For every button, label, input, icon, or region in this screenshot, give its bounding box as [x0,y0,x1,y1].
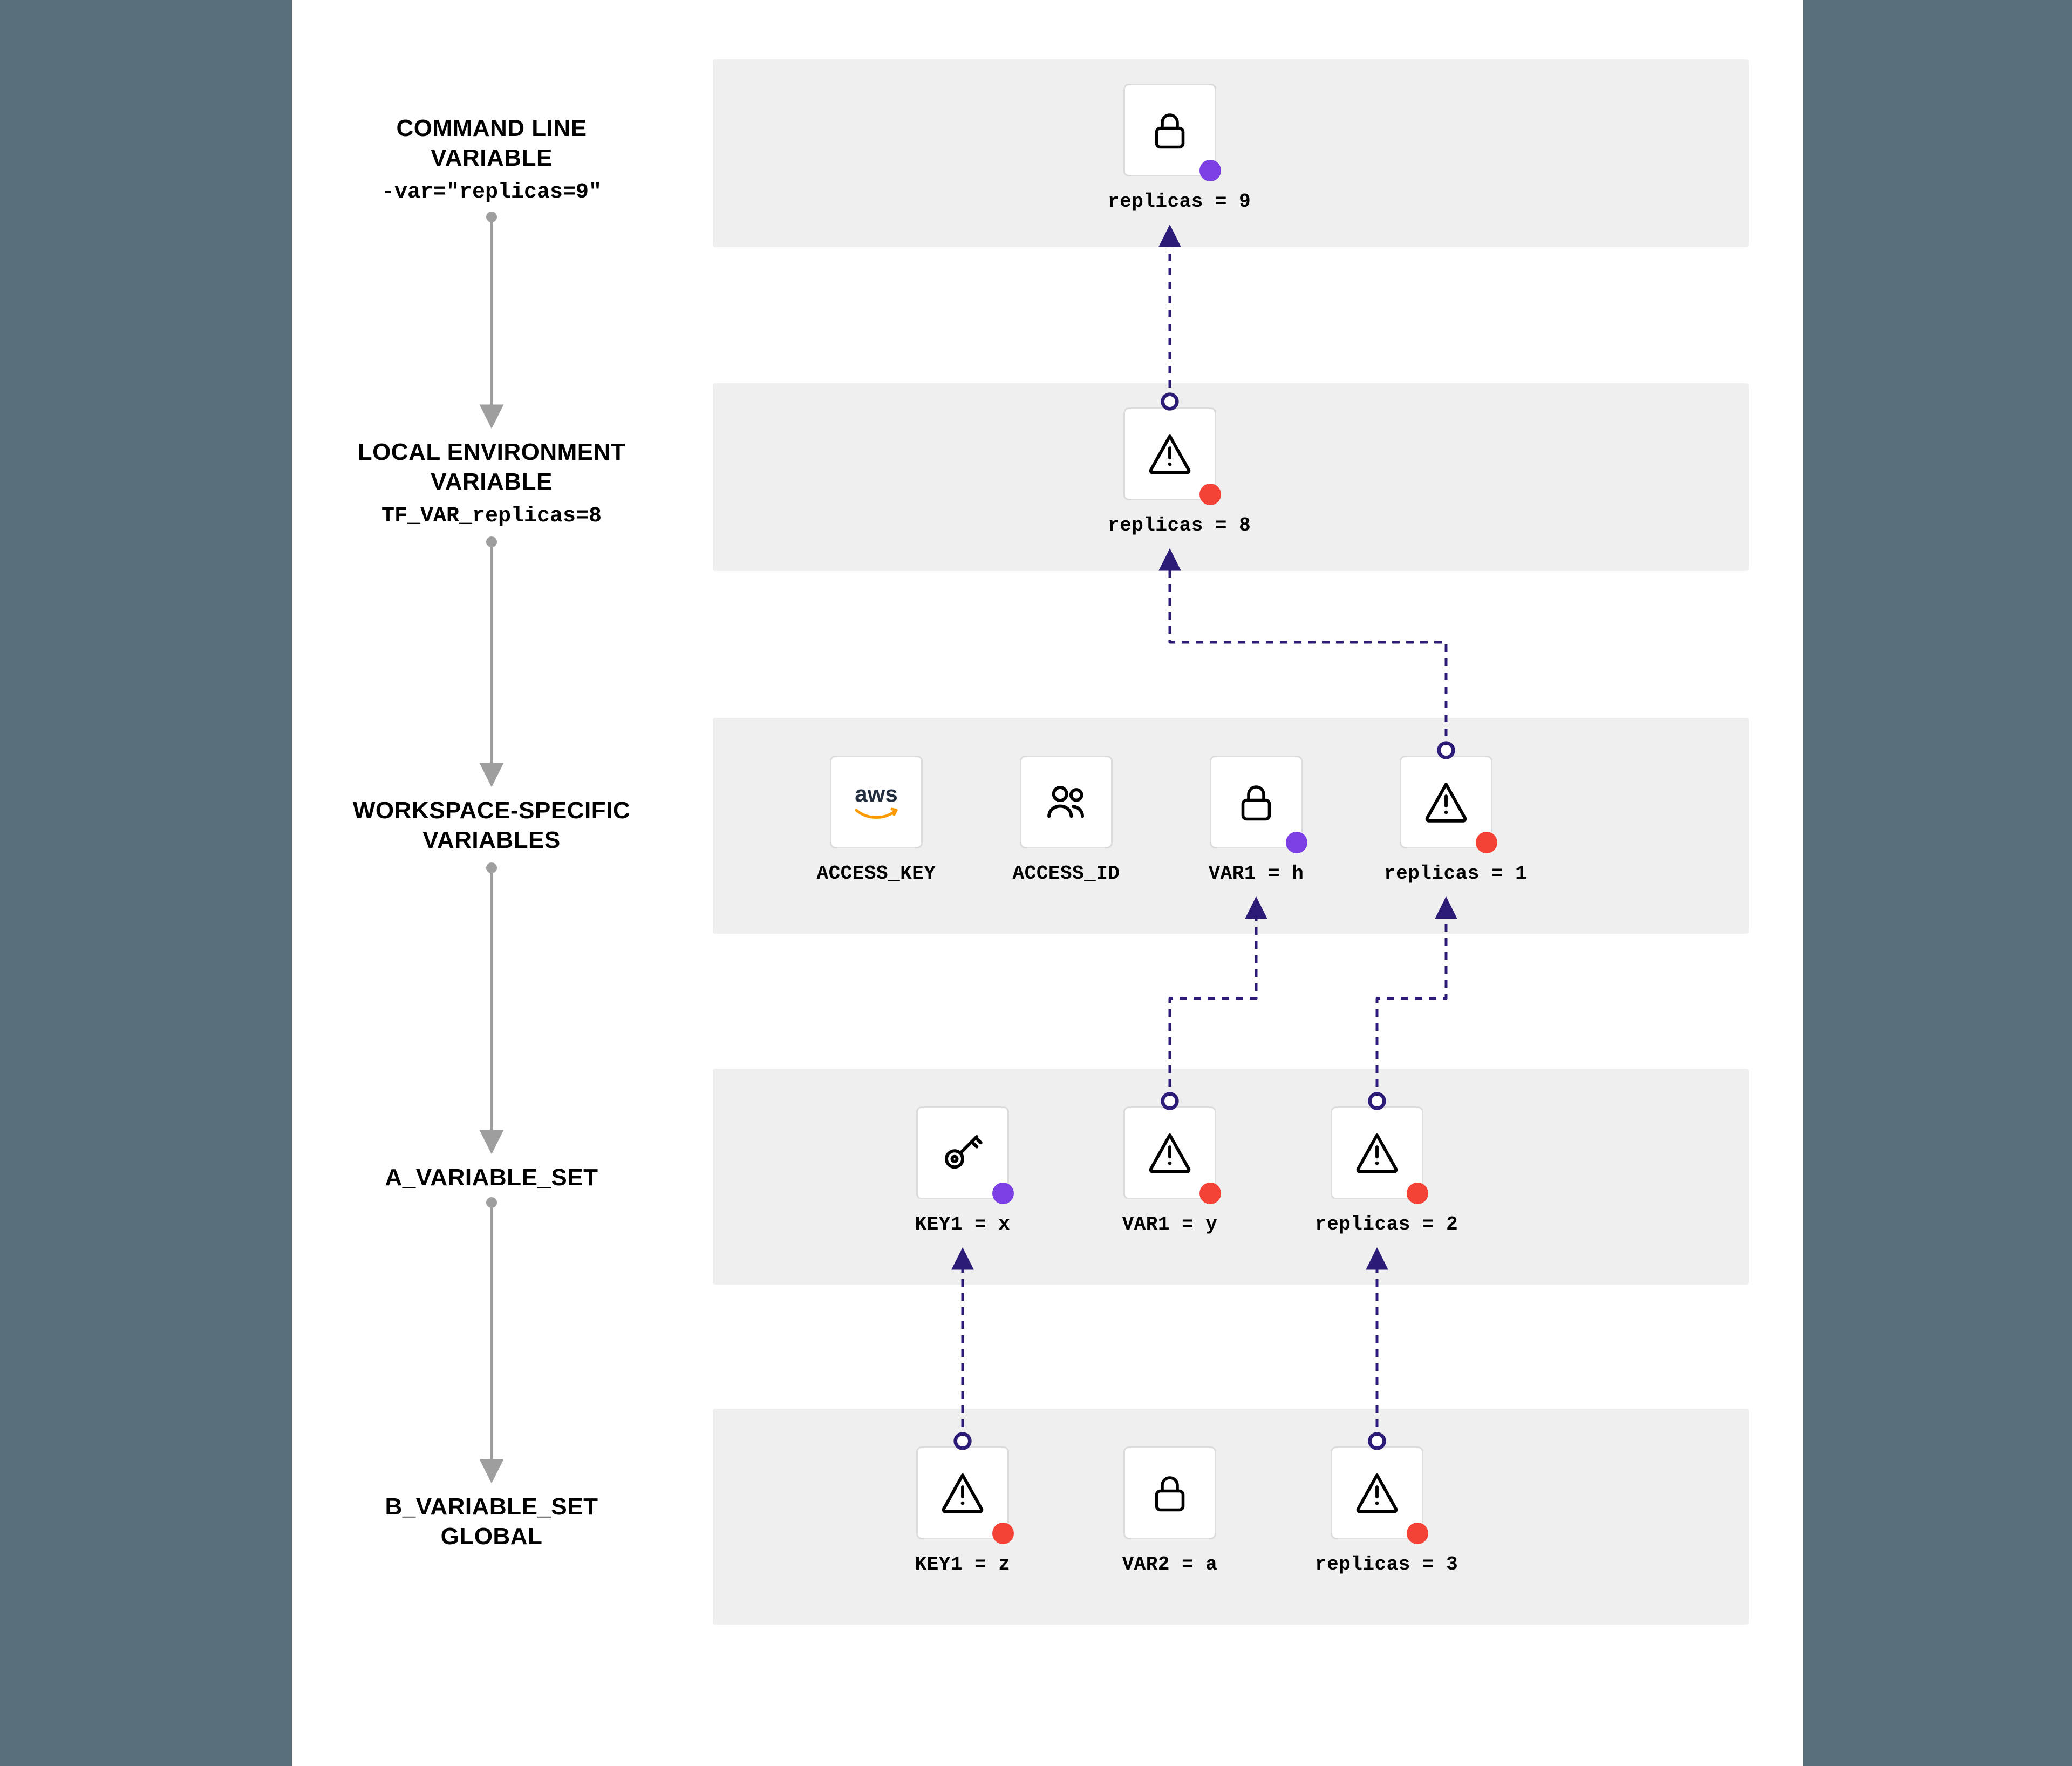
level-2-title-line1: LOCAL ENVIRONMENT [292,437,691,467]
warning-icon [1353,1469,1401,1517]
warning-icon [1146,1129,1194,1177]
var-replicas-2: replicas = 2 [1315,1106,1439,1235]
diagram-canvas: COMMAND LINE VARIABLE -var="replicas=9" … [292,0,1803,1766]
status-dot-purple [1286,832,1307,853]
warning-icon [1353,1129,1401,1177]
var-access-id: ACCESS_ID [1004,756,1128,885]
level-5-title-line2: GLOBAL [292,1522,691,1551]
var-key1-z: KEY1 = z [901,1446,1025,1575]
var-key1-x: KEY1 = x [901,1106,1025,1235]
level-4-label: A_VARIABLE_SET [292,1163,691,1192]
var-label: VAR1 = y [1108,1213,1232,1235]
var-label: replicas = 9 [1108,191,1232,213]
status-dot-red [1199,1183,1221,1204]
status-dot-purple [1199,160,1221,181]
status-dot-red [1407,1183,1428,1204]
level-3-title-line2: VARIABLES [292,825,691,855]
aws-logo-text: aws [855,781,897,807]
key-icon [938,1129,987,1177]
users-tile [1020,756,1113,848]
status-dot-purple [992,1183,1014,1204]
lock-icon [1147,107,1192,153]
aws-tile: aws [830,756,923,848]
warning-icon [1422,778,1470,826]
level-1-title-line2: VARIABLE [292,143,691,173]
var-label: replicas = 1 [1384,862,1508,885]
level-4-title-line1: A_VARIABLE_SET [292,1163,691,1192]
lock-icon [1147,1470,1192,1516]
warning-tile [1331,1446,1423,1539]
users-icon [1042,778,1090,826]
level-1-label: COMMAND LINE VARIABLE -var="replicas=9" [292,113,691,205]
lock-tile [1123,84,1216,176]
var-label: KEY1 = z [901,1553,1025,1575]
var-label: replicas = 3 [1315,1553,1439,1575]
var-label: VAR2 = a [1108,1553,1232,1575]
var-replicas-3: replicas = 3 [1315,1446,1439,1575]
var-var1-h: VAR1 = h [1194,756,1318,885]
level-1-subtitle: -var="replicas=9" [292,180,691,205]
level-5-label: B_VARIABLE_SET GLOBAL [292,1492,691,1551]
var-replicas-9: replicas = 9 [1108,84,1232,213]
key-tile [916,1106,1009,1199]
level-3-title-line1: WORKSPACE-SPECIFIC [292,796,691,825]
lock-tile [1210,756,1303,848]
lock-icon [1233,779,1279,825]
var-label: KEY1 = x [901,1213,1025,1235]
var-access-key: aws ACCESS_KEY [814,756,938,885]
level-3-label: WORKSPACE-SPECIFIC VARIABLES [292,796,691,855]
var-var2-a: VAR2 = a [1108,1446,1232,1575]
var-label: replicas = 8 [1108,514,1232,536]
lock-tile [1123,1446,1216,1539]
var-label: replicas = 2 [1315,1213,1439,1235]
level-2-label: LOCAL ENVIRONMENT VARIABLE TF_VAR_replic… [292,437,691,528]
status-dot-red [1199,484,1221,505]
var-label: VAR1 = h [1194,862,1318,885]
var-replicas-1: replicas = 1 [1384,756,1508,885]
level-1-title-line1: COMMAND LINE [292,113,691,143]
aws-smile-icon [853,807,899,823]
warning-icon [939,1469,986,1517]
warning-tile [1400,756,1492,848]
status-dot-red [992,1523,1014,1544]
warning-tile [916,1446,1009,1539]
level-2-subtitle: TF_VAR_replicas=8 [292,504,691,528]
warning-tile [1331,1106,1423,1199]
var-var1-y: VAR1 = y [1108,1106,1232,1235]
level-5-title-line1: B_VARIABLE_SET [292,1492,691,1522]
status-dot-red [1407,1523,1428,1544]
warning-tile [1123,407,1216,500]
warning-tile [1123,1106,1216,1199]
var-label: ACCESS_ID [1004,862,1128,885]
level-2-title-line2: VARIABLE [292,467,691,497]
status-dot-red [1476,832,1497,853]
var-label: ACCESS_KEY [814,862,938,885]
var-replicas-8: replicas = 8 [1108,407,1232,536]
warning-icon [1146,430,1194,478]
